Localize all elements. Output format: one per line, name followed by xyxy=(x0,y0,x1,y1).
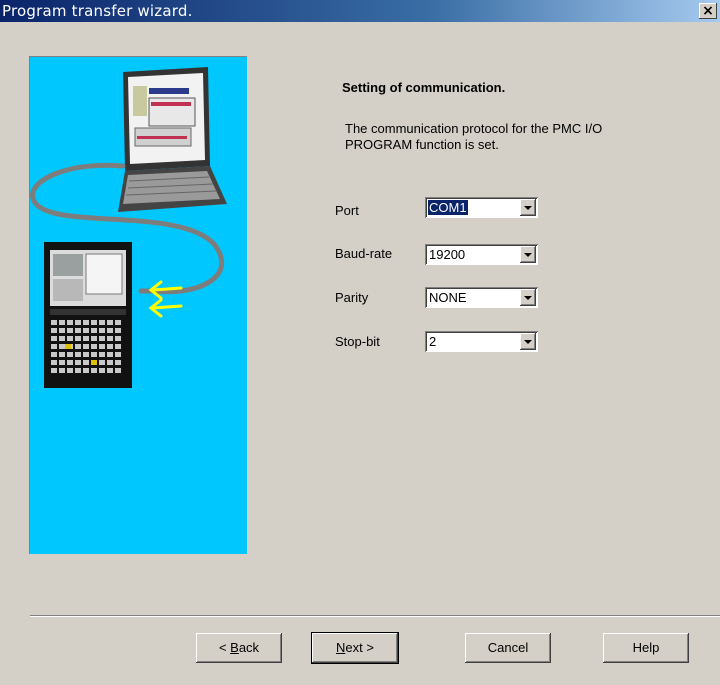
laptop-icon xyxy=(118,67,227,212)
stop-bit-value: 2 xyxy=(429,334,437,349)
close-icon: × xyxy=(702,3,714,19)
cnc-controller-icon xyxy=(44,242,132,388)
baud-rate-label: Baud-rate xyxy=(335,246,393,261)
wizard-body: Setting of communication. The communicat… xyxy=(0,22,720,685)
chevron-down-icon[interactable] xyxy=(520,289,536,306)
parity-combobox[interactable]: NONE xyxy=(425,287,538,308)
parity-value: NONE xyxy=(429,290,467,305)
port-value: COM1 xyxy=(428,200,468,215)
back-label: ack xyxy=(238,640,260,655)
page-description: The communication protocol for the PMC I… xyxy=(345,121,685,153)
chevron-down-icon[interactable] xyxy=(520,246,536,263)
next-label: ext > xyxy=(345,640,374,655)
transfer-arrows-icon xyxy=(148,280,183,318)
stop-bit-combobox[interactable]: 2 xyxy=(425,331,538,352)
baud-rate-combobox[interactable]: 19200 xyxy=(425,244,538,265)
illustration-svg xyxy=(30,67,227,388)
wizard-illustration xyxy=(29,56,247,554)
back-button[interactable]: < Back xyxy=(196,633,282,663)
stop-bit-label: Stop-bit xyxy=(335,334,380,349)
cancel-button[interactable]: Cancel xyxy=(465,633,551,663)
chevron-down-icon[interactable] xyxy=(520,199,536,216)
next-mnemonic: N xyxy=(336,640,346,655)
chevron-down-icon[interactable] xyxy=(520,333,536,350)
description-line-2: PROGRAM function is set. xyxy=(345,137,499,152)
port-label: Port xyxy=(335,203,359,218)
help-button[interactable]: Help xyxy=(603,633,689,663)
button-separator xyxy=(30,615,720,617)
baud-rate-value: 19200 xyxy=(429,247,466,262)
port-combobox[interactable]: COM1 xyxy=(425,197,538,218)
back-prefix: < xyxy=(218,640,231,655)
title-bar: Program transfer wizard. × xyxy=(0,0,720,22)
page-heading: Setting of communication. xyxy=(342,80,506,95)
back-mnemonic: B xyxy=(230,640,239,655)
description-line-1: The communication protocol for the PMC I… xyxy=(345,121,603,136)
parity-label: Parity xyxy=(335,290,369,305)
window-title: Program transfer wizard. xyxy=(2,2,193,20)
close-button[interactable]: × xyxy=(699,3,717,19)
next-button[interactable]: Next > xyxy=(312,633,398,663)
